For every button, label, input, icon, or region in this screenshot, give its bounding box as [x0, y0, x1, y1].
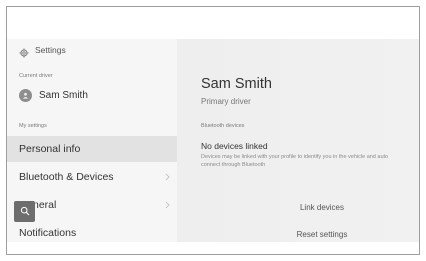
- profile-role: Primary driver: [201, 97, 251, 106]
- no-devices-description: Devices may be linked with your profile …: [201, 154, 389, 168]
- driver-name: Sam Smith: [39, 90, 88, 101]
- gear-icon: [19, 45, 29, 58]
- sidebar: Settings Current driver Sam Smith My set…: [7, 39, 177, 242]
- settings-screen: Settings Current driver Sam Smith My set…: [7, 39, 419, 242]
- profile-name: Sam Smith: [201, 76, 272, 92]
- settings-title: Settings: [35, 45, 66, 55]
- reset-settings-button[interactable]: Reset settings: [267, 230, 377, 239]
- current-driver-label: Current driver: [19, 73, 53, 79]
- my-settings-label: My settings: [19, 123, 47, 129]
- settings-header: Settings: [19, 45, 66, 58]
- current-driver[interactable]: Sam Smith: [19, 89, 88, 102]
- search-icon: [20, 203, 30, 221]
- sidebar-item-label: Personal info: [19, 143, 81, 155]
- bluetooth-devices-label: Bluetooth devices: [201, 123, 245, 129]
- sidebar-item-label: Bluetooth & Devices: [19, 171, 114, 183]
- main-panel: Sam Smith Primary driver Bluetooth devic…: [177, 39, 419, 242]
- person-icon: [19, 89, 32, 102]
- no-devices-title: No devices linked: [201, 141, 268, 151]
- sidebar-item-personal-info[interactable]: Personal info: [7, 136, 177, 162]
- chevron-right-icon: [165, 172, 171, 182]
- sidebar-item-notifications[interactable]: Notifications: [7, 223, 177, 242]
- search-button[interactable]: [14, 201, 35, 222]
- sidebar-item-bluetooth-devices[interactable]: Bluetooth & Devices: [7, 164, 177, 190]
- display-frame: Settings Current driver Sam Smith My set…: [6, 6, 420, 255]
- link-devices-button[interactable]: Link devices: [267, 203, 377, 212]
- sidebar-item-label: Notifications: [19, 227, 77, 239]
- chevron-right-icon: [165, 200, 171, 210]
